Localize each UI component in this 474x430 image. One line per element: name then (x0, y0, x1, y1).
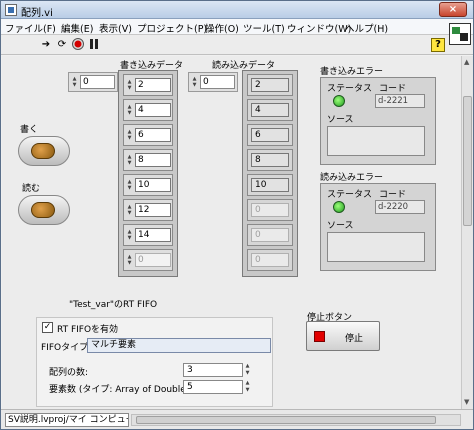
pause-icon[interactable] (87, 38, 101, 52)
status-led-icon (333, 95, 345, 107)
vertical-scroll-thumb[interactable] (463, 96, 472, 226)
spin-icon[interactable]: ▲ ▼ (126, 204, 133, 216)
fifo-type-label: FIFOタイプ: (41, 343, 92, 353)
scroll-up-icon[interactable]: ▲ (464, 58, 469, 66)
write-element[interactable]: ▲ ▼ 14 (123, 224, 173, 246)
menu-bar: ファイル(F) 編集(E) 表示(V) プロジェクト(P) 操作(O) ツール(… (1, 19, 473, 35)
read-element: 0 (247, 224, 293, 246)
elements-count-label: 要素数 (タイプ: Array of Double): (49, 385, 193, 395)
source-box (327, 232, 425, 262)
write-error-cluster: ステータス コード d-2221 ソース (320, 77, 436, 165)
arrays-count-input[interactable]: 3 (183, 363, 243, 377)
spin-icon[interactable]: ▲ ▼ (126, 254, 133, 266)
read-element: 0 (247, 249, 293, 271)
rt-fifo-panel: ✓ RT FIFOを有効 FIFOタイプ: マルチ要素 配列の数: 3 ▲ ▼ 要… (36, 317, 273, 407)
menu-tools[interactable]: ツール(T) (243, 21, 285, 35)
project-context[interactable]: SV説明.lvproj/マイ コンピュータ (5, 413, 129, 427)
spin-icon[interactable]: ▲ ▼ (126, 154, 133, 166)
write-element[interactable]: ▲ ▼ 4 (123, 99, 173, 121)
index-spin-icon[interactable]: ▲ ▼ (71, 76, 78, 88)
write-element[interactable]: ▲ ▼ 2 (123, 74, 173, 96)
write-element[interactable]: ▲ ▼ 0 (123, 249, 173, 271)
menu-window[interactable]: ウィンドウ(W) (287, 21, 351, 35)
read-index-value[interactable]: 0 (200, 75, 235, 89)
read-element: 8 (247, 149, 293, 171)
code-value: d-2220 (375, 200, 425, 214)
write-element[interactable]: ▲ ▼ 8 (123, 149, 173, 171)
read-button[interactable] (18, 195, 70, 225)
fifo-caption: "Test_var"のRT FIFO (69, 300, 158, 310)
spin-icon[interactable]: ▲ ▼ (126, 229, 133, 241)
read-element: 2 (247, 74, 293, 96)
vi-connector-icon[interactable] (449, 23, 471, 45)
elements-spin-icon[interactable]: ▲ ▼ (244, 380, 251, 394)
window-title: 配列.vi (21, 8, 53, 19)
arrays-count-label: 配列の数: (49, 368, 89, 378)
close-button[interactable]: × (439, 2, 467, 17)
read-lamp-icon (31, 202, 55, 218)
horizontal-scrollbar[interactable] (131, 414, 461, 426)
source-label: ソース (327, 221, 354, 231)
menu-edit[interactable]: 編集(E) (61, 21, 93, 35)
write-data-array: ▲ ▼ 2 ▲ ▼ 4 ▲ ▼ 6 ▲ ▼ 8 ▲ ▼ 10 ▲ ▼ 12 ▲ ▼ 14 ▲ ▼ 0 (118, 70, 178, 277)
vertical-scrollbar[interactable]: ▲ ▼ (461, 56, 473, 409)
context-help-button[interactable]: ? (431, 38, 445, 52)
scroll-down-icon[interactable]: ▼ (464, 398, 469, 406)
read-element: 10 (247, 174, 293, 196)
write-button[interactable] (18, 136, 70, 166)
stop-square-icon (314, 331, 325, 342)
horizontal-scroll-thumb[interactable] (136, 416, 436, 424)
write-button-label: 書く (20, 125, 39, 135)
run-arrow-icon[interactable]: ➔ (39, 38, 53, 52)
write-data-index[interactable]: ▲ ▼ 0 (68, 72, 118, 92)
menu-project[interactable]: プロジェクト(P) (137, 21, 207, 35)
spin-icon[interactable]: ▲ ▼ (126, 129, 133, 141)
write-lamp-icon (31, 143, 55, 159)
read-element: 6 (247, 124, 293, 146)
write-index-value[interactable]: 0 (80, 75, 115, 89)
arrays-spin-icon[interactable]: ▲ ▼ (244, 363, 251, 377)
menu-help[interactable]: ヘルプ(H) (345, 21, 388, 35)
status-led-icon (333, 201, 345, 213)
enable-fifo-label: RT FIFOを有効 (57, 325, 119, 335)
write-error-label: 書き込みエラー (320, 67, 384, 77)
index-spin-icon[interactable]: ▲ ▼ (191, 76, 198, 88)
source-box (327, 126, 425, 156)
read-button-label: 読む (22, 184, 41, 194)
status-label: ステータス (327, 190, 373, 200)
menu-view[interactable]: 表示(V) (99, 21, 132, 35)
read-data-array: 2 4 6 8 10 0 0 0 (242, 70, 298, 277)
spin-icon[interactable]: ▲ ▼ (126, 79, 133, 91)
write-element[interactable]: ▲ ▼ 6 (123, 124, 173, 146)
code-label: コード (379, 84, 407, 94)
abort-icon[interactable] (71, 38, 85, 52)
write-element[interactable]: ▲ ▼ 12 (123, 199, 173, 221)
elements-count-input[interactable]: 5 (183, 380, 243, 394)
status-bar: SV説明.lvproj/マイ コンピュータ (1, 409, 473, 429)
toolbar: ➔ ⟳ ? (1, 35, 473, 55)
status-label: ステータス (327, 84, 373, 94)
fifo-type-select[interactable]: マルチ要素 (87, 338, 271, 353)
read-element: 0 (247, 199, 293, 221)
code-label: コード (379, 190, 407, 200)
labview-app-icon (5, 4, 17, 16)
source-label: ソース (327, 115, 354, 125)
spin-icon[interactable]: ▲ ▼ (126, 179, 133, 191)
stop-button[interactable]: 停止 (306, 321, 380, 351)
read-data-index[interactable]: ▲ ▼ 0 (188, 72, 238, 92)
stop-button-text: 停止 (345, 334, 364, 344)
read-element: 4 (247, 99, 293, 121)
code-value: d-2221 (375, 94, 425, 108)
menu-file[interactable]: ファイル(F) (5, 21, 56, 35)
enable-fifo-checkbox[interactable]: ✓ (42, 322, 53, 333)
vi-window: 配列.vi × ファイル(F) 編集(E) 表示(V) プロジェクト(P) 操作… (0, 0, 474, 430)
read-error-label: 読み込みエラー (320, 173, 384, 183)
title-bar[interactable]: 配列.vi × (1, 1, 473, 19)
write-element[interactable]: ▲ ▼ 10 (123, 174, 173, 196)
menu-operate[interactable]: 操作(O) (205, 21, 239, 35)
run-continuous-icon[interactable]: ⟳ (55, 38, 69, 52)
spin-icon[interactable]: ▲ ▼ (126, 104, 133, 116)
read-error-cluster: ステータス コード d-2220 ソース (320, 183, 436, 271)
